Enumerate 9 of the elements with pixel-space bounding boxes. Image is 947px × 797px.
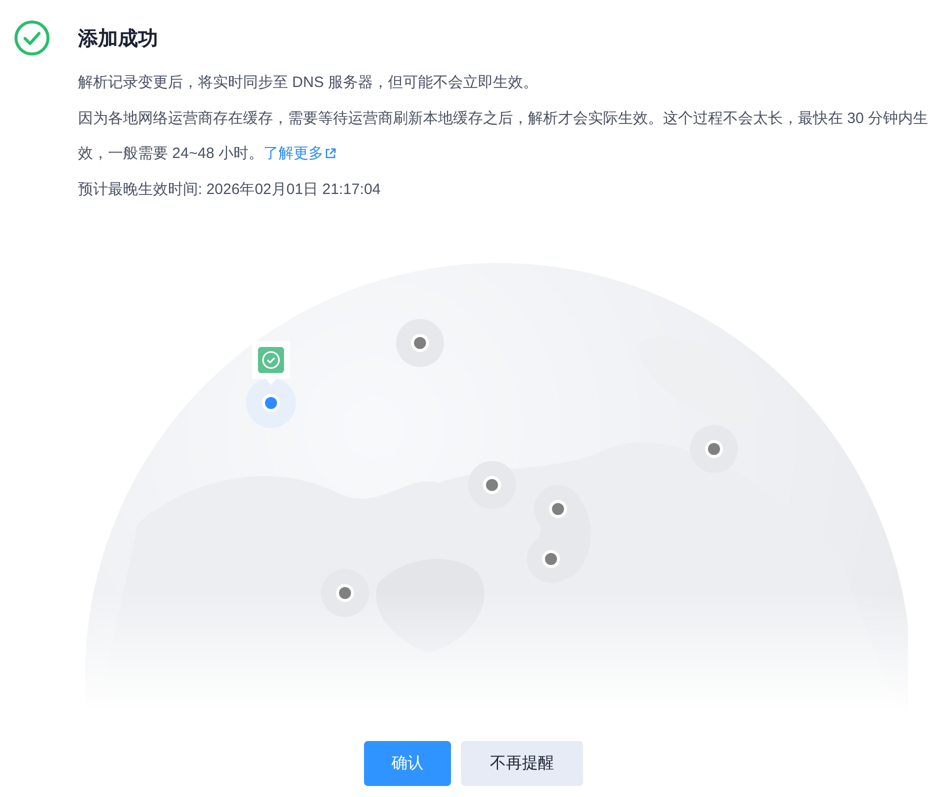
learn-more-link[interactable]: 了解更多: [263, 145, 336, 162]
dismiss-button[interactable]: 不再提醒: [461, 741, 583, 786]
dialog-title: 添加成功: [78, 26, 158, 52]
note-text: 预计最晚生效时间: 2026年02月01日 21:17:04: [78, 180, 382, 200]
note-text: 解析记录变更后，将实时同步至 DNS 服务器，但可能不会立即生效。: [78, 73, 540, 93]
note-text: 因为各地网络运营商存在缓存，需要等待运营商刷新本地缓存之后，解析才会实际生效。这个过程不会太长，最快在 30 分钟内生效，一般需要 24~48 小时。了解更多: [78, 108, 930, 164]
success-icon: [14, 20, 50, 56]
confirm-button[interactable]: 确认: [364, 741, 451, 786]
external-link-icon: [325, 148, 336, 159]
